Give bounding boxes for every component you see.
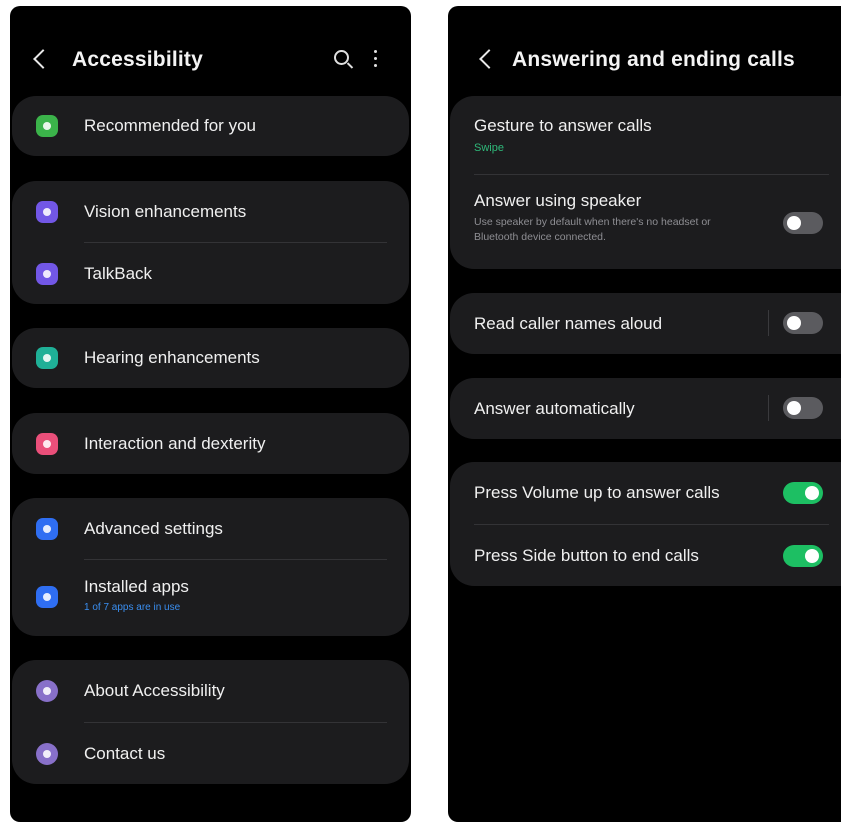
menu-item-recommended[interactable]: Recommended for you bbox=[12, 96, 409, 156]
setting-read-caller-names[interactable]: Read caller names aloud bbox=[450, 293, 841, 354]
setting-side-button-end[interactable]: Press Side button to end calls bbox=[450, 525, 841, 586]
group-answer-automatically: Answer automatically bbox=[450, 378, 841, 439]
menu-item-label: Recommended for you bbox=[84, 116, 256, 135]
group-answer-options: Gesture to answer calls Swipe Answer usi… bbox=[450, 96, 841, 269]
menu-item-vision[interactable]: Vision enhancements bbox=[12, 181, 409, 241]
page-title: Answering and ending calls bbox=[512, 48, 795, 71]
group-vision: Vision enhancements TalkBack bbox=[12, 181, 409, 304]
setting-value: Swipe bbox=[474, 142, 504, 154]
menu-item-about[interactable]: About Accessibility bbox=[12, 660, 409, 721]
menu-item-label: Hearing enhancements bbox=[84, 348, 260, 367]
menu-item-label: Vision enhancements bbox=[84, 202, 247, 221]
back-arrow-icon[interactable] bbox=[33, 49, 53, 69]
menu-item-contact-us[interactable]: Contact us bbox=[12, 723, 409, 784]
menu-item-label: About Accessibility bbox=[84, 681, 225, 700]
setting-answer-automatically[interactable]: Answer automatically bbox=[450, 378, 841, 439]
app-bar: Answering and ending calls bbox=[448, 46, 841, 86]
menu-item-talkback[interactable]: TalkBack bbox=[12, 243, 409, 303]
setting-answer-using-speaker[interactable]: Answer using speaker Use speaker by defa… bbox=[450, 175, 841, 269]
group-advanced: Advanced settings Installed apps 1 of 7 … bbox=[12, 498, 409, 636]
search-icon[interactable] bbox=[334, 50, 349, 65]
hand-touch-icon bbox=[36, 433, 58, 455]
answer-automatically-toggle[interactable] bbox=[783, 397, 823, 419]
setting-volume-up-answer[interactable]: Press Volume up to answer calls bbox=[450, 462, 841, 524]
page-title: Accessibility bbox=[72, 48, 203, 71]
answering-calls-screen: Answering and ending calls Gesture to an… bbox=[448, 6, 841, 822]
installed-apps-count: 1 of 7 apps are in use bbox=[84, 602, 181, 613]
help-question-icon bbox=[36, 743, 58, 765]
hearing-speaker-icon bbox=[36, 347, 58, 369]
talkback-icon bbox=[36, 263, 58, 285]
menu-item-label: TalkBack bbox=[84, 264, 153, 283]
answer-using-speaker-toggle[interactable] bbox=[783, 212, 823, 234]
menu-item-label: Interaction and dexterity bbox=[84, 434, 266, 453]
vision-magnifier-icon bbox=[36, 201, 58, 223]
side-button-end-toggle[interactable] bbox=[783, 545, 823, 567]
group-interaction: Interaction and dexterity bbox=[12, 413, 409, 474]
read-caller-names-toggle[interactable] bbox=[783, 312, 823, 334]
menu-item-label: Advanced settings bbox=[84, 519, 223, 538]
group-hearing: Hearing enhancements bbox=[12, 328, 409, 388]
accessibility-person-icon bbox=[36, 115, 58, 137]
group-about: About Accessibility Contact us bbox=[12, 660, 409, 784]
menu-item-label: Contact us bbox=[84, 744, 166, 763]
setting-label: Press Side button to end calls bbox=[474, 546, 699, 565]
menu-item-hearing[interactable]: Hearing enhancements bbox=[12, 328, 409, 388]
setting-label: Press Volume up to answer calls bbox=[474, 483, 720, 502]
menu-item-label: Installed apps bbox=[84, 577, 189, 596]
info-icon bbox=[36, 680, 58, 702]
back-arrow-icon[interactable] bbox=[479, 49, 499, 69]
apps-icon bbox=[36, 586, 58, 608]
setting-label: Gesture to answer calls bbox=[474, 116, 652, 135]
app-bar: Accessibility bbox=[10, 46, 411, 86]
menu-item-advanced-settings[interactable]: Advanced settings bbox=[12, 498, 409, 559]
group-read-caller-names: Read caller names aloud bbox=[450, 293, 841, 354]
divider bbox=[768, 310, 769, 336]
menu-item-installed-apps[interactable]: Installed apps 1 of 7 apps are in use bbox=[12, 560, 409, 636]
setting-label: Answer automatically bbox=[474, 399, 635, 418]
setting-description: Use speaker by default when there's no h… bbox=[474, 216, 711, 243]
group-hardware-buttons: Press Volume up to answer calls Press Si… bbox=[450, 462, 841, 586]
more-options-icon[interactable] bbox=[374, 50, 377, 68]
menu-item-interaction[interactable]: Interaction and dexterity bbox=[12, 413, 409, 474]
group-recommended: Recommended for you bbox=[12, 96, 409, 156]
settings-gear-icon bbox=[36, 518, 58, 540]
volume-up-answer-toggle[interactable] bbox=[783, 482, 823, 504]
setting-label: Read caller names aloud bbox=[474, 314, 663, 333]
accessibility-screen: Accessibility Recommended for you Vision… bbox=[10, 6, 411, 822]
setting-gesture-to-answer[interactable]: Gesture to answer calls Swipe bbox=[450, 96, 841, 174]
divider bbox=[768, 395, 769, 421]
setting-label: Answer using speaker bbox=[474, 191, 642, 210]
